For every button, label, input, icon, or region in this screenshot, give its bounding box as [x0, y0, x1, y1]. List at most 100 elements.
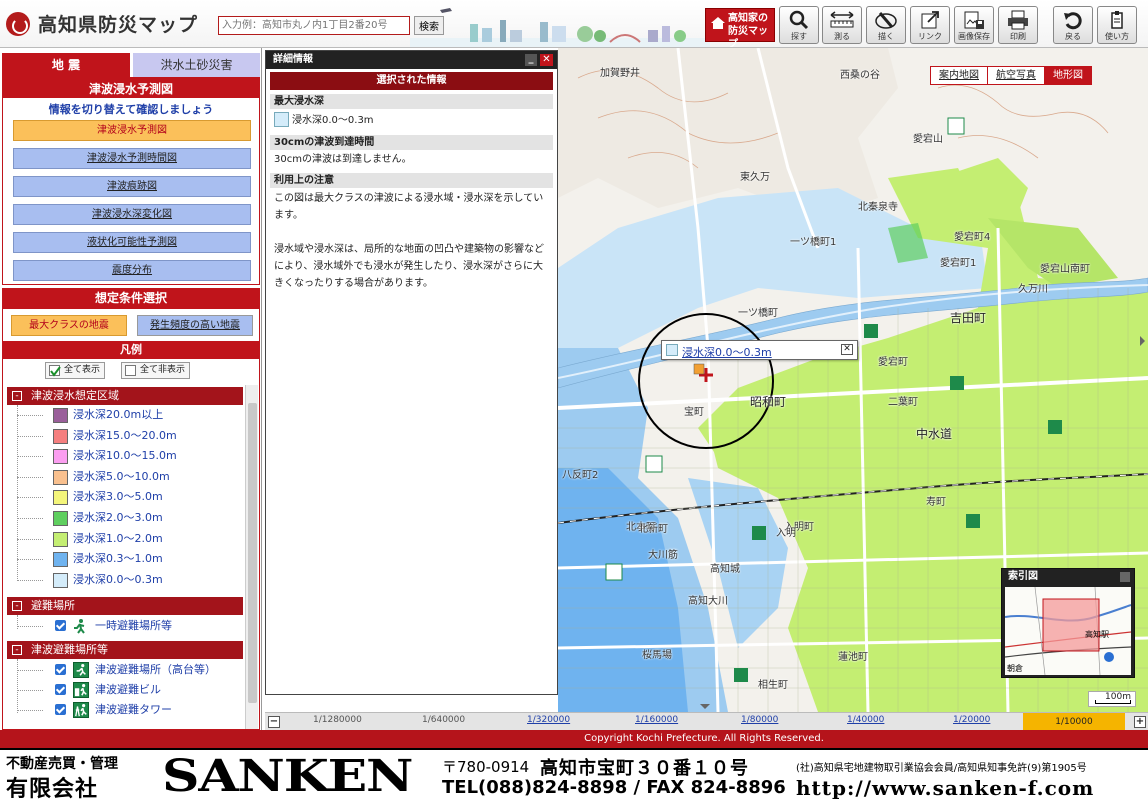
close-icon[interactable]: ✕: [540, 54, 553, 66]
legend-item-depth[interactable]: 浸水深0.0～0.3m: [17, 570, 237, 590]
tool-draw-button[interactable]: 描く: [866, 6, 906, 44]
app-header: 高知県防災マップ 検索 高知家の 防災マップ 探す 測る 描く リンク 画像保存: [0, 0, 1148, 48]
search-button[interactable]: 検索: [414, 16, 444, 35]
scale-option[interactable]: 1/20000: [953, 715, 990, 725]
legend-checkbox[interactable]: [55, 620, 66, 631]
legend-item-tsunami-tower[interactable]: 津波避難タワー: [17, 700, 237, 720]
scale-option[interactable]: 1/160000: [635, 715, 678, 725]
condition-header: 想定条件選択: [2, 288, 260, 308]
legend-item-depth[interactable]: 浸水深15.0～20.0m: [17, 426, 237, 446]
tool-print-button[interactable]: 印刷: [998, 6, 1038, 44]
overview-map-graphic: 高知駅 朝倉: [1005, 587, 1131, 675]
legend-item-depth[interactable]: 浸水深20.0m以上: [17, 405, 237, 425]
kochi-pref-map-button[interactable]: 高知家の 防災マップ: [705, 8, 775, 47]
legend-header: 凡例: [2, 342, 260, 358]
tool-label: 画像保存: [958, 32, 990, 41]
legend-item-depth[interactable]: 浸水深2.0～3.0m: [17, 508, 237, 528]
zoom-out-button[interactable]: −: [268, 716, 280, 728]
tool-label: 印刷: [1010, 32, 1026, 41]
draw-icon: [875, 12, 897, 29]
overview-map-title-text: 索引図: [1008, 571, 1038, 582]
overview-map[interactable]: 索引図 高知駅 朝倉: [1001, 568, 1135, 678]
legend-scrollbar[interactable]: [245, 385, 258, 729]
map-button-depth-change[interactable]: 津波浸水深変化図: [13, 204, 251, 225]
tool-label: 使い方: [1105, 32, 1129, 41]
legend-panel: 全て表示 全て非表示 - 津波浸水想定区域 浸水深20.0m以上 浸水深15.0～…: [2, 358, 260, 730]
empty-checkbox-icon: [125, 365, 136, 376]
map-place-label: 東久万: [740, 172, 770, 183]
hide-all-button[interactable]: 全て非表示: [121, 362, 191, 379]
legend-item-depth[interactable]: 浸水深1.0～2.0m: [17, 529, 237, 549]
evacuation-building-icon: [73, 682, 89, 698]
map-button-seismic-intensity[interactable]: 震度分布: [13, 260, 251, 281]
legend-item-depth[interactable]: 浸水深3.0～5.0m: [17, 487, 237, 507]
usage-notes-text: この図は最大クラスの津波による浸水域・浸水深を示しています。 浸水域や浸水深は、…: [274, 193, 544, 289]
scale-option[interactable]: 1/1280000: [313, 715, 362, 725]
legend-scroll-thumb[interactable]: [248, 403, 257, 703]
map-place-label: 高知大川: [688, 596, 728, 607]
tool-back-button[interactable]: 戻る: [1053, 6, 1093, 44]
minimize-icon[interactable]: _: [525, 54, 537, 66]
legend-item-depth[interactable]: 浸水深10.0～15.0m: [17, 446, 237, 466]
collapse-icon: -: [12, 391, 22, 401]
map-button-liquefaction[interactable]: 液状化可能性予測図: [13, 232, 251, 253]
tool-save-image-button[interactable]: 画像保存: [954, 6, 994, 44]
app-title: 高知県防災マップ: [38, 14, 199, 36]
popup-depth-link[interactable]: 浸水深0.0～0.3m: [682, 344, 772, 360]
evacuation-tower-icon: [73, 702, 89, 718]
tool-measure-button[interactable]: 測る: [822, 6, 862, 44]
depth-color-swatch: [274, 112, 289, 127]
legend-item-tsunami-high-ground[interactable]: 津波避難場所（高台等）: [17, 660, 237, 680]
legend-group-tsunami-shelter[interactable]: - 津波避難場所等: [7, 641, 243, 659]
legend-group-tsunami-area[interactable]: - 津波浸水想定区域: [7, 387, 243, 405]
close-icon[interactable]: ✕: [841, 344, 853, 355]
frequent-quake-button[interactable]: 発生頻度の高い地震: [137, 315, 253, 336]
hazard-map-selector: 情報を切り替えて確認しましょう 津波浸水予測図 津波浸水予測時間図 津波痕跡図 …: [2, 97, 260, 285]
map-button-inundation-time[interactable]: 津波浸水予測時間図: [13, 148, 251, 169]
depth-color-swatch: [53, 531, 68, 547]
tab-flood-landslide[interactable]: 洪水土砂災害: [133, 53, 260, 77]
show-all-button[interactable]: 全て表示: [45, 362, 106, 379]
address-search-input[interactable]: [218, 16, 410, 35]
tool-link-button[interactable]: リンク: [910, 6, 950, 44]
tool-search-button[interactable]: 探す: [779, 6, 819, 44]
basemap-aerial-button[interactable]: 航空写真: [988, 67, 1045, 84]
scale-option-current[interactable]: 1/10000: [1023, 713, 1125, 731]
overview-station-label: 高知駅: [1085, 629, 1109, 639]
app-logo[interactable]: 高知県防災マップ: [6, 10, 198, 37]
map-place-label: 八反町2: [562, 470, 599, 481]
tool-help-button[interactable]: 使い方: [1097, 6, 1137, 44]
map-button-tsunami-traces[interactable]: 津波痕跡図: [13, 176, 251, 197]
overview-map-canvas[interactable]: 高知駅 朝倉: [1005, 587, 1131, 675]
zoom-in-button[interactable]: +: [1134, 716, 1146, 728]
kochi-emblem-icon: [6, 11, 30, 36]
legend-item-depth[interactable]: 浸水深5.0～10.0m: [17, 467, 237, 487]
legend-checkbox[interactable]: [55, 704, 66, 715]
legend-label: 浸水深5.0～10.0m: [73, 469, 170, 483]
legend-checkbox[interactable]: [55, 664, 66, 675]
legend-checkbox[interactable]: [55, 684, 66, 695]
tool-label: 戻る: [1065, 32, 1081, 41]
tool-label: リンク: [918, 32, 942, 41]
legend-item-depth[interactable]: 浸水深0.3～1.0m: [17, 549, 237, 569]
legend-group-shelter[interactable]: - 避難場所: [7, 597, 243, 615]
legend-item-tsunami-building[interactable]: 津波避難ビル: [17, 680, 237, 700]
detail-panel-titlebar[interactable]: 詳細情報 _ ✕: [266, 51, 557, 69]
legend-item-temporary-shelter[interactable]: 一時避難場所等: [17, 616, 237, 636]
sponsor-url[interactable]: http://www.sanken-f.com: [796, 776, 1094, 800]
tab-earthquake[interactable]: 地 震: [2, 53, 130, 77]
basemap-guide-button[interactable]: 案内地図: [931, 67, 988, 84]
scale-option[interactable]: 1/40000: [847, 715, 884, 725]
minimize-icon[interactable]: [1120, 572, 1130, 582]
scale-option[interactable]: 1/640000: [422, 715, 465, 725]
sponsor-postal-code: 〒780-0914: [442, 758, 530, 776]
map-place-label: 愛宕町4: [954, 232, 991, 243]
basemap-topo-button[interactable]: 地形図: [1045, 67, 1091, 84]
scale-option[interactable]: 1/320000: [527, 715, 570, 725]
map-view[interactable]: 加賀野井 西桑の谷 東久万 愛宕山 愛宕町4 愛宕町1 北秦泉寺 一ツ橋町1 愛宕山南町 久万川一…: [558, 48, 1148, 712]
evacuation-person-icon: [74, 619, 85, 634]
max-class-quake-button[interactable]: 最大クラスの地震: [11, 315, 127, 336]
map-button-tsunami-inundation[interactable]: 津波浸水予測図: [13, 120, 251, 141]
ruler-icon: [830, 11, 854, 28]
scale-option[interactable]: 1/80000: [741, 715, 778, 725]
